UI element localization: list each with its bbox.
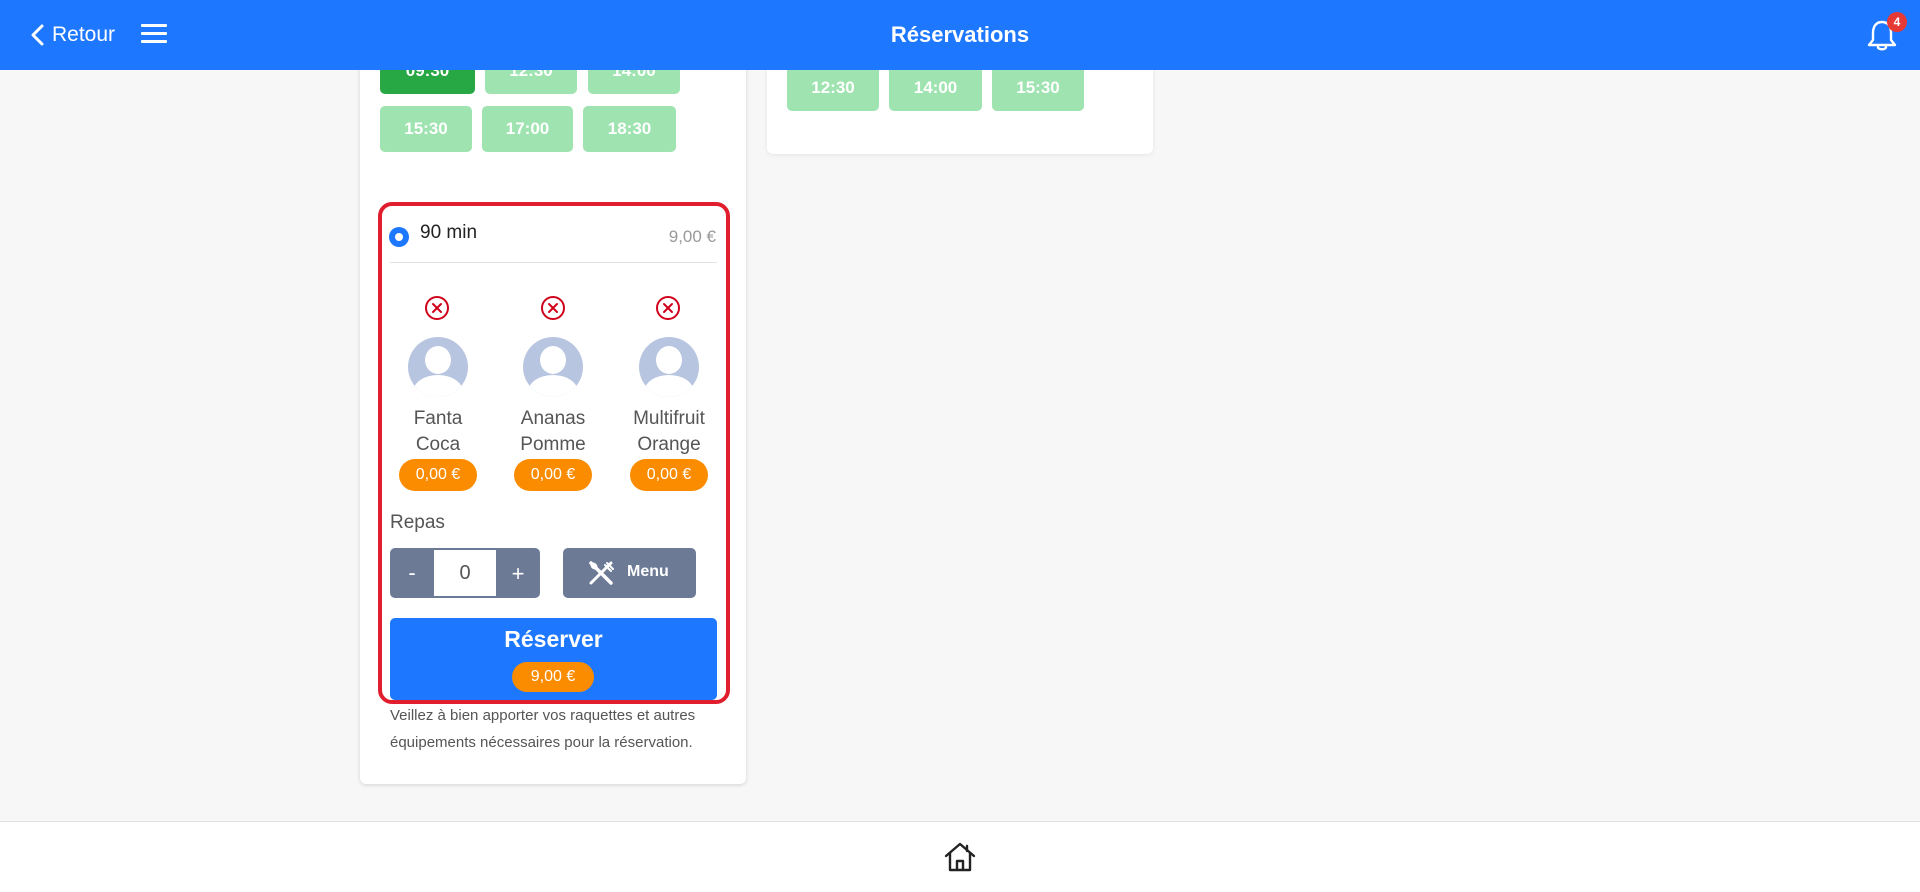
increment-button[interactable]: + (496, 548, 540, 598)
divider (390, 262, 717, 263)
menu-button-label: Menu (627, 563, 669, 580)
page-title: Réservations (890, 22, 1030, 47)
quantity-stepper: - 0 + (390, 548, 540, 598)
duration-radio[interactable] (389, 227, 409, 247)
close-circle-icon[interactable] (424, 295, 450, 321)
user-avatar-icon (523, 337, 583, 397)
duration-price: 9,00 € (668, 227, 716, 246)
equipment-note: Veillez à bien apporter vos raquettes et… (390, 707, 696, 751)
user-avatar-icon (639, 337, 699, 397)
time-slot[interactable]: 17:00 (482, 106, 573, 152)
reserve-label: Réserver (504, 626, 603, 652)
time-slot[interactable]: 12:30 (787, 65, 879, 111)
close-circle-icon[interactable] (655, 295, 681, 321)
meals-label: Repas (390, 512, 445, 533)
time-slot[interactable]: 18:30 (583, 106, 676, 152)
decrement-button[interactable]: - (390, 548, 434, 598)
time-slot[interactable]: 15:30 (992, 65, 1084, 111)
drink-price-badge: 0,00 € (630, 459, 708, 491)
home-icon[interactable] (943, 840, 977, 874)
drink-price-badge: 0,00 € (399, 459, 477, 491)
utensils-icon (589, 561, 614, 585)
user-avatar-icon (408, 337, 468, 397)
top-bar: Retour Réservations 4 (0, 0, 1920, 70)
time-slot[interactable]: 14:00 (889, 65, 982, 111)
total-price-badge: 9,00 € (512, 662, 594, 692)
close-circle-icon[interactable] (540, 295, 566, 321)
drink-name: Fanta Coca (413, 408, 463, 455)
reserve-button[interactable]: Réserver 9,00 € (390, 618, 717, 700)
drink-name: Multifruit Orange (633, 408, 705, 455)
menu-button[interactable]: Menu (563, 548, 696, 598)
notification-badge: 4 (1887, 12, 1907, 32)
quantity-input[interactable]: 0 (434, 550, 496, 596)
drink-name: Ananas Pomme (520, 408, 586, 455)
duration-label: 90 min (420, 222, 478, 243)
time-slot[interactable]: 15:30 (380, 106, 472, 152)
drink-price-badge: 0,00 € (514, 459, 592, 491)
